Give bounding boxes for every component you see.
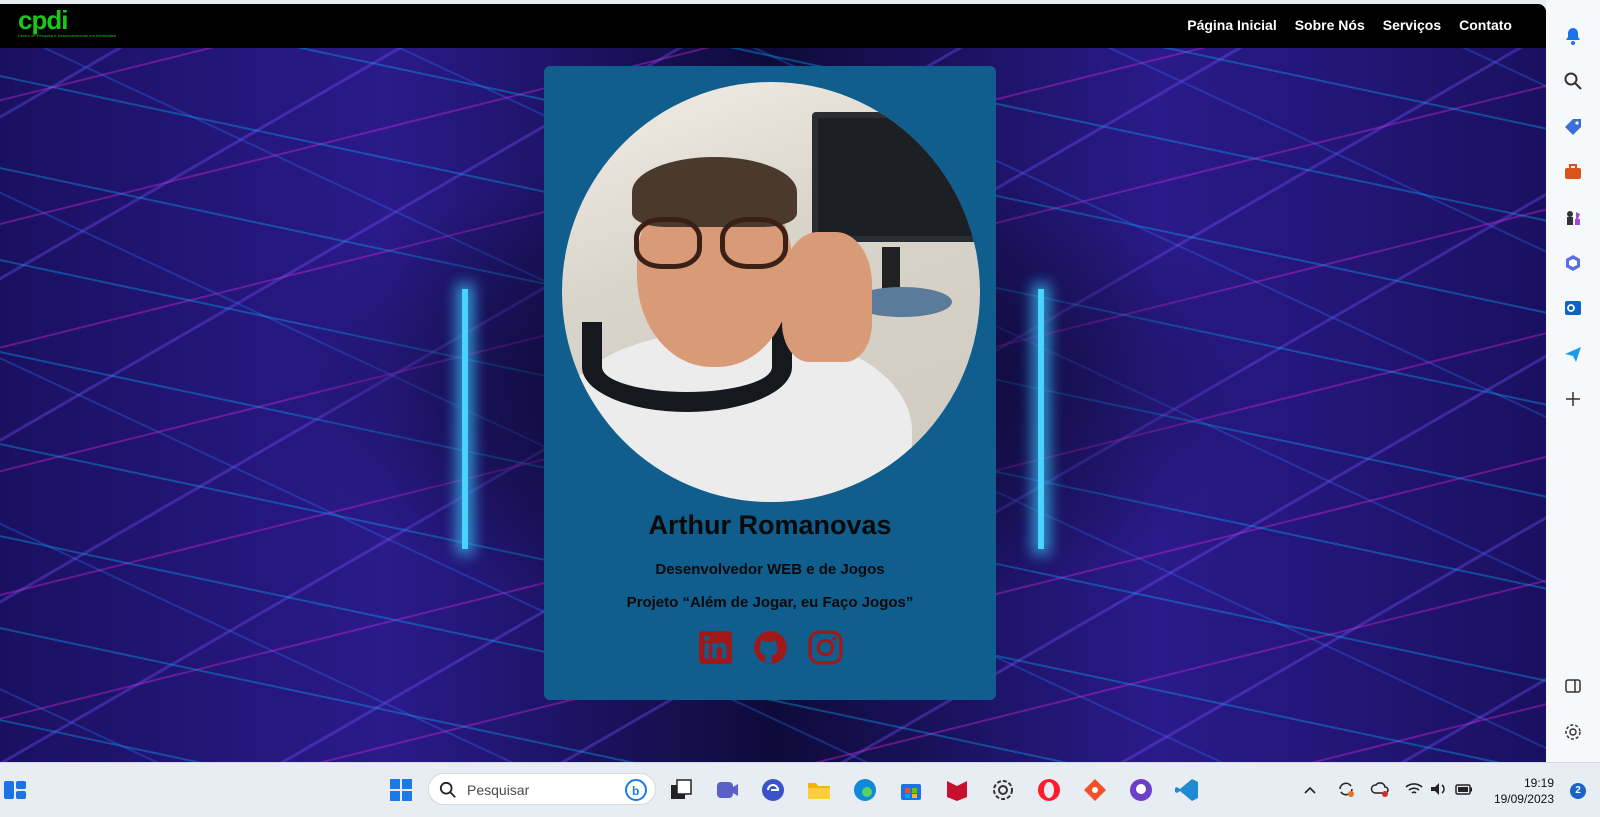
github-icon[interactable] [753,630,788,665]
edge-app-icon[interactable] [760,777,786,803]
taskbar: Pesquisar b 19:19 19/09/2023 2 [0,762,1600,817]
edge-sidebar [1546,0,1600,762]
site-logo[interactable]: cpdi Centro de Pesquisa e Desenvolviment… [18,5,116,45]
split-view-icon[interactable] [1563,676,1583,696]
settings-icon[interactable] [990,777,1016,803]
clock-date: 19/09/2023 [1493,792,1554,806]
search-icon[interactable] [1563,71,1583,91]
add-icon[interactable] [1563,389,1583,409]
vscode-icon[interactable] [1174,777,1200,803]
linkedin-icon[interactable] [698,630,733,665]
battery-icon[interactable] [1454,779,1474,799]
logo-subtitle: Centro de Pesquisa e Desenvolvimento em … [18,33,116,38]
opera-icon[interactable] [1036,777,1062,803]
git-app-icon[interactable] [1082,777,1108,803]
toolbox-icon[interactable] [1563,162,1583,182]
photo-glasses [632,217,797,272]
nav-home[interactable]: Página Inicial [1187,17,1276,33]
photo-monitor [812,112,980,242]
chevron-up-icon[interactable] [1303,783,1317,797]
chess-icon[interactable] [1563,208,1583,228]
photo-hand [782,232,872,362]
bing-icon[interactable]: b [625,779,647,801]
nav-contact[interactable]: Contato [1459,17,1512,33]
edge-icon[interactable] [852,777,878,803]
mcafee-icon[interactable] [944,777,970,803]
profile-photo [562,82,980,502]
profile-project: Projeto “Além de Jogar, eu Faço Jogos” [626,594,914,611]
bell-icon[interactable] [1563,26,1583,46]
tag-icon[interactable] [1563,117,1583,137]
teams-icon[interactable] [714,777,740,803]
nav-links: Página Inicial Sobre Nós Serviços Contat… [1187,17,1512,33]
profile-name: Arthur Romanovas [648,510,892,540]
light-beam [1038,289,1044,549]
start-icon[interactable] [388,777,414,803]
instagram-icon[interactable] [808,630,843,665]
cloud-alert-icon[interactable] [1370,779,1390,799]
send-icon[interactable] [1563,344,1583,364]
clock-time: 19:19 [1523,776,1554,790]
system-clock[interactable]: 19:19 19/09/2023 [1494,775,1554,807]
file-explorer-icon[interactable] [806,777,832,803]
volume-icon[interactable] [1428,779,1448,799]
nav-about[interactable]: Sobre Nós [1295,17,1365,33]
copilot-icon[interactable] [1563,253,1583,273]
svg-text:b: b [632,784,639,798]
top-navbar: cpdi Centro de Pesquisa e Desenvolviment… [0,4,1546,48]
notification-badge[interactable]: 2 [1570,783,1586,799]
profile-card: Arthur Romanovas Desenvolvedor WEB e de … [544,66,996,700]
sync-icon[interactable] [1336,779,1356,799]
search-placeholder: Pesquisar [467,782,530,798]
social-links [544,630,996,665]
light-beam [462,289,468,549]
widgets-icon[interactable] [2,777,28,803]
logo-text: cpdi [18,5,68,35]
github-desktop-icon[interactable] [1128,777,1154,803]
outlook-icon[interactable] [1563,298,1583,318]
profile-role: Desenvolvedor WEB e de Jogos [655,561,885,578]
store-icon[interactable] [898,777,924,803]
task-view-icon[interactable] [668,777,694,803]
nav-services[interactable]: Serviços [1383,17,1441,33]
settings-icon[interactable] [1563,722,1583,742]
browser-viewport: cpdi Centro de Pesquisa e Desenvolviment… [0,4,1546,762]
wifi-icon[interactable] [1404,779,1424,799]
photo-monitor-stand [882,247,900,292]
search-icon [439,781,456,798]
taskbar-search[interactable]: Pesquisar b [428,773,656,805]
